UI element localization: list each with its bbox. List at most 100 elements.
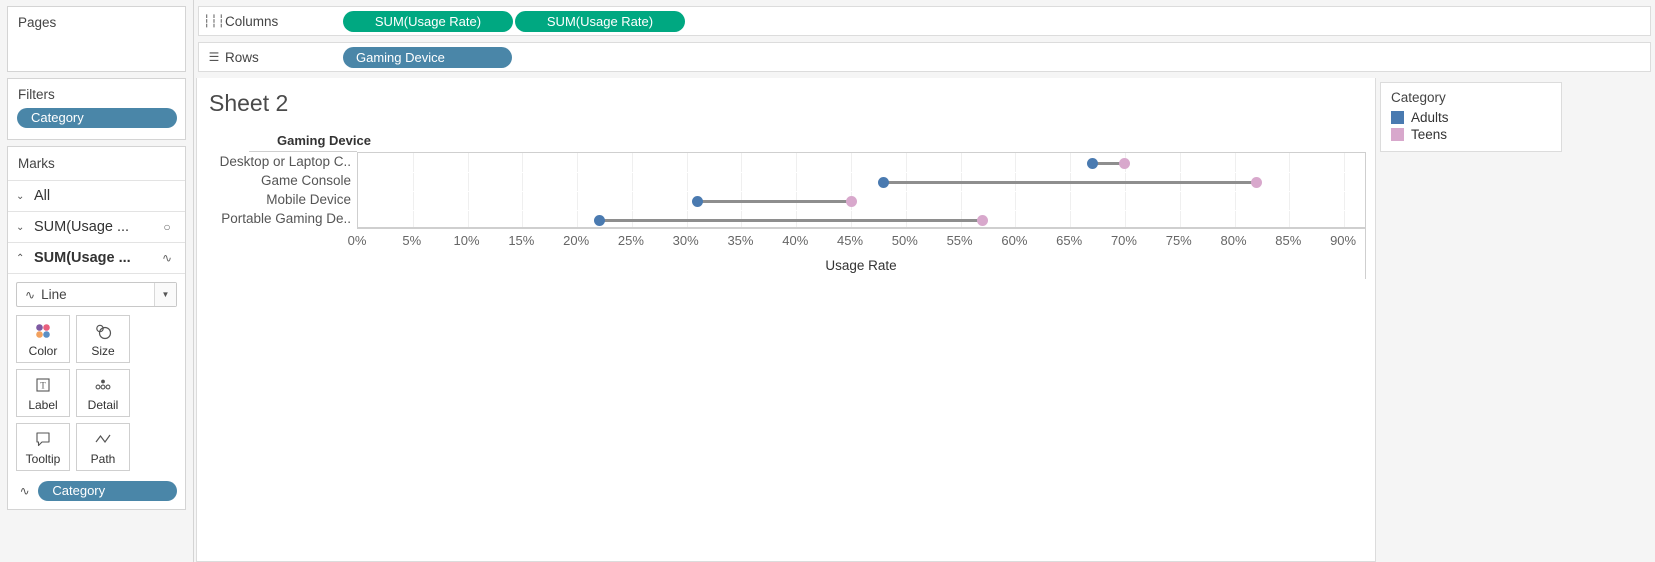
axis-tick-label: 0% [347,233,367,248]
left-panel: Pages Filters Category Marks ⌄ All ⌄ SUM… [0,0,194,562]
axis-tick-label: 55% [946,233,973,248]
size-circles-icon [93,321,113,341]
axis-tick-label: 45% [837,233,864,248]
axis-tick-label: 30% [672,233,699,248]
axis-tick-label: 20% [563,233,590,248]
detail-button[interactable]: Detail [76,369,130,417]
color-button[interactable]: Color [16,315,70,363]
detail-dots-icon [93,375,113,395]
axis-tick-label: 85% [1275,233,1302,248]
path-line-icon: ∿ [19,484,30,498]
row-header-1[interactable]: Game Console [201,171,357,190]
size-button[interactable]: Size [76,315,130,363]
tooltip-button-label: Tooltip [25,451,61,466]
axis-tick-label: 75% [1165,233,1192,248]
path-line-icon [93,429,113,449]
plot-area[interactable] [357,152,1365,228]
columns-pill-1[interactable]: SUM(Usage Rate) [515,10,685,32]
legend-label-adults: Adults [1411,110,1449,125]
label-button-label: Label [28,397,58,412]
row-header-0[interactable]: Desktop or Laptop C.. [201,152,357,171]
mark-type-value: Line [41,287,67,302]
row-header-3[interactable]: Portable Gaming De.. [201,209,357,228]
legend-item-teens[interactable]: Teens [1381,126,1561,143]
data-point-adults[interactable] [1086,158,1098,169]
path-button-label: Path [90,451,116,466]
chevron-down-icon[interactable]: ▼ [154,283,176,306]
columns-pill-0[interactable]: SUM(Usage Rate) [343,10,513,32]
dumbbell-mark[interactable] [358,172,1365,191]
marks-card-body: ∿ Line ▼ Color Size T Label Detail Toolt… [8,274,185,509]
legend-label-teens: Teens [1411,127,1448,142]
marks-encoding-row: ∿ Category [16,481,177,501]
marks-row-all[interactable]: ⌄ All [8,181,185,212]
rows-pill-0[interactable]: Gaming Device [343,46,512,68]
dumbbell-mark[interactable] [358,153,1365,172]
axis-tick-label: 25% [617,233,644,248]
data-point-teens[interactable] [977,215,989,226]
color-dots-icon [33,321,53,341]
marks-row-sum-usage-2[interactable]: ⌃ SUM(Usage ... ∿ [8,243,185,274]
columns-shelf-pills: SUM(Usage Rate) SUM(Usage Rate) [343,10,685,32]
row-header-2[interactable]: Mobile Device [201,190,357,209]
legend-items: Adults Teens [1381,109,1561,143]
marks-card-title: Marks [8,147,185,181]
axis-tick-label: 5% [402,233,422,248]
chevron-down-icon[interactable]: ⌄ [16,191,34,202]
filters-pill-wrap: Category [8,108,185,137]
marks-row-sum-usage-1[interactable]: ⌄ SUM(Usage ... ○ [8,212,185,243]
color-button-label: Color [28,343,58,358]
tableau-worksheet: Pages Filters Category Marks ⌄ All ⌄ SUM… [0,0,1655,562]
line-mark-icon: ∿ [25,287,36,302]
columns-shelf[interactable]: ┆┆┆ Columns SUM(Usage Rate) SUM(Usage Ra… [198,6,1651,36]
circle-mark-icon: ○ [163,220,171,234]
rows-icon: ☰ [208,50,220,64]
label-button[interactable]: T Label [16,369,70,417]
tooltip-button[interactable]: Tooltip [16,423,70,471]
filters-card-title: Filters [18,87,55,102]
axis-tick-label: 60% [1001,233,1028,248]
shelves-area: ┆┆┆ Columns SUM(Usage Rate) SUM(Usage Ra… [194,0,1655,76]
axis-tick-label: 90% [1330,233,1357,248]
page-title: Sheet 2 [209,90,289,116]
data-point-teens[interactable] [1119,158,1131,169]
chevron-up-icon[interactable]: ⌃ [16,253,34,264]
path-button[interactable]: Path [76,423,130,471]
line-mark-icon: ∿ [161,251,173,265]
legend-swatch-adults [1391,111,1404,124]
columns-icon: ┆┆┆ [203,14,225,28]
mark-type-select[interactable]: ∿ Line ▼ [16,282,177,307]
rows-shelf[interactable]: ☰ Rows Gaming Device [198,42,1651,72]
filter-pill-category[interactable]: Category [17,108,177,128]
svg-text:T: T [40,380,46,390]
data-point-teens[interactable] [1250,177,1262,188]
connector-line[interactable] [883,181,1257,184]
encoding-pill-category[interactable]: Category [38,481,177,501]
axis-tick-label: 10% [453,233,480,248]
row-field-caption: Gaming Device [277,133,371,148]
tooltip-bubble-icon [33,429,53,449]
data-point-adults[interactable] [593,215,605,226]
connector-line[interactable] [697,200,852,203]
axis-tick-label: 35% [727,233,754,248]
axis-tick-label: 15% [508,233,535,248]
data-point-adults[interactable] [878,177,890,188]
pages-card: Pages [7,6,186,72]
label-t-icon: T [33,375,53,395]
marks-card: Marks ⌄ All ⌄ SUM(Usage ... ○ ⌃ SUM(Usag… [7,146,186,510]
rows-shelf-label: Rows [225,49,259,65]
data-point-teens[interactable] [845,196,857,207]
connector-line[interactable] [599,219,983,222]
color-legend: Category Adults Teens [1380,82,1562,152]
marks-row-all-label: All [34,188,51,204]
dumbbell-mark[interactable] [358,210,1365,229]
marks-button-grid: Color Size T Label Detail Tooltip Path [16,315,177,471]
dumbbell-mark[interactable] [358,191,1365,210]
legend-item-adults[interactable]: Adults [1381,109,1561,126]
axis-tick-label: 80% [1220,233,1247,248]
worksheet-view: Sheet 2 Gaming Device Desktop or Laptop … [196,78,1376,562]
axis-tick-label: 70% [1110,233,1137,248]
x-axis-title: Usage Rate [825,258,897,273]
chevron-down-icon[interactable]: ⌄ [16,222,34,233]
data-point-adults[interactable] [692,196,704,207]
